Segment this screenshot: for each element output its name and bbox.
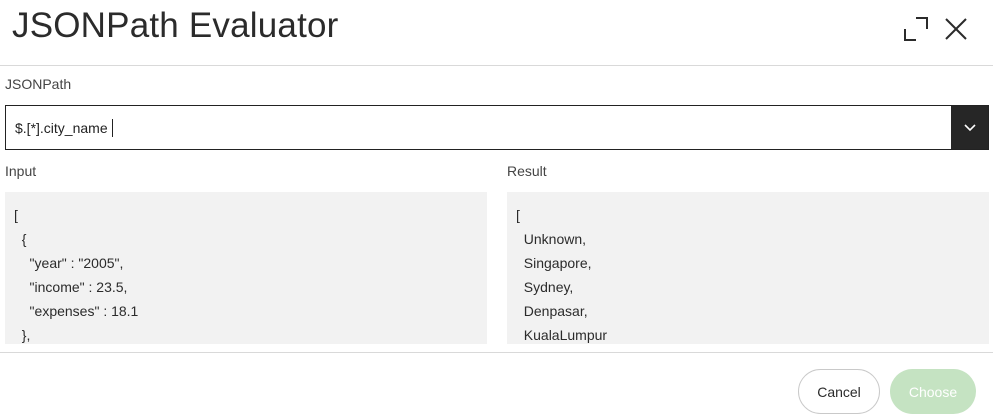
result-line: Singapore, <box>516 255 592 271</box>
expand-icon <box>904 17 928 41</box>
result-line: Denpasar, <box>516 303 588 319</box>
input-line: [ <box>14 207 18 223</box>
expand-button[interactable] <box>899 12 933 46</box>
close-button[interactable] <box>939 12 973 46</box>
jsonpath-dropdown-button[interactable] <box>951 106 988 149</box>
input-line: }, <box>14 327 31 343</box>
dialog-header: JSONPath Evaluator <box>0 0 993 66</box>
result-code-panel[interactable]: [ Unknown, Singapore, Sydney, Denpasar, … <box>507 192 989 344</box>
input-line: "year" : "2005", <box>14 255 124 271</box>
jsonpath-input[interactable] <box>6 106 952 149</box>
result-line: [ <box>516 207 520 223</box>
jsonpath-evaluator-dialog: JSONPath Evaluator JSONPath Input Result… <box>0 0 993 420</box>
result-line: Sydney, <box>516 279 574 295</box>
input-code-panel[interactable]: [ { "year" : "2005", "income" : 23.5, "e… <box>5 192 487 344</box>
input-label: Input <box>5 163 37 179</box>
jsonpath-field <box>5 105 989 150</box>
cancel-button[interactable]: Cancel <box>798 369 880 414</box>
input-line: "expenses" : 18.1 <box>14 303 139 319</box>
footer-divider <box>0 352 993 353</box>
result-line: Unknown, <box>516 231 587 247</box>
jsonpath-label: JSONPath <box>5 76 72 92</box>
dialog-title: JSONPath Evaluator <box>12 6 339 45</box>
input-line: "income" : 23.5, <box>14 279 128 295</box>
chevron-down-icon <box>963 123 976 131</box>
input-line: { <box>14 231 27 247</box>
result-label: Result <box>507 163 547 179</box>
close-icon <box>945 18 967 40</box>
choose-button[interactable]: Choose <box>890 369 976 414</box>
result-line: KualaLumpur <box>516 327 608 343</box>
text-cursor <box>112 119 113 137</box>
